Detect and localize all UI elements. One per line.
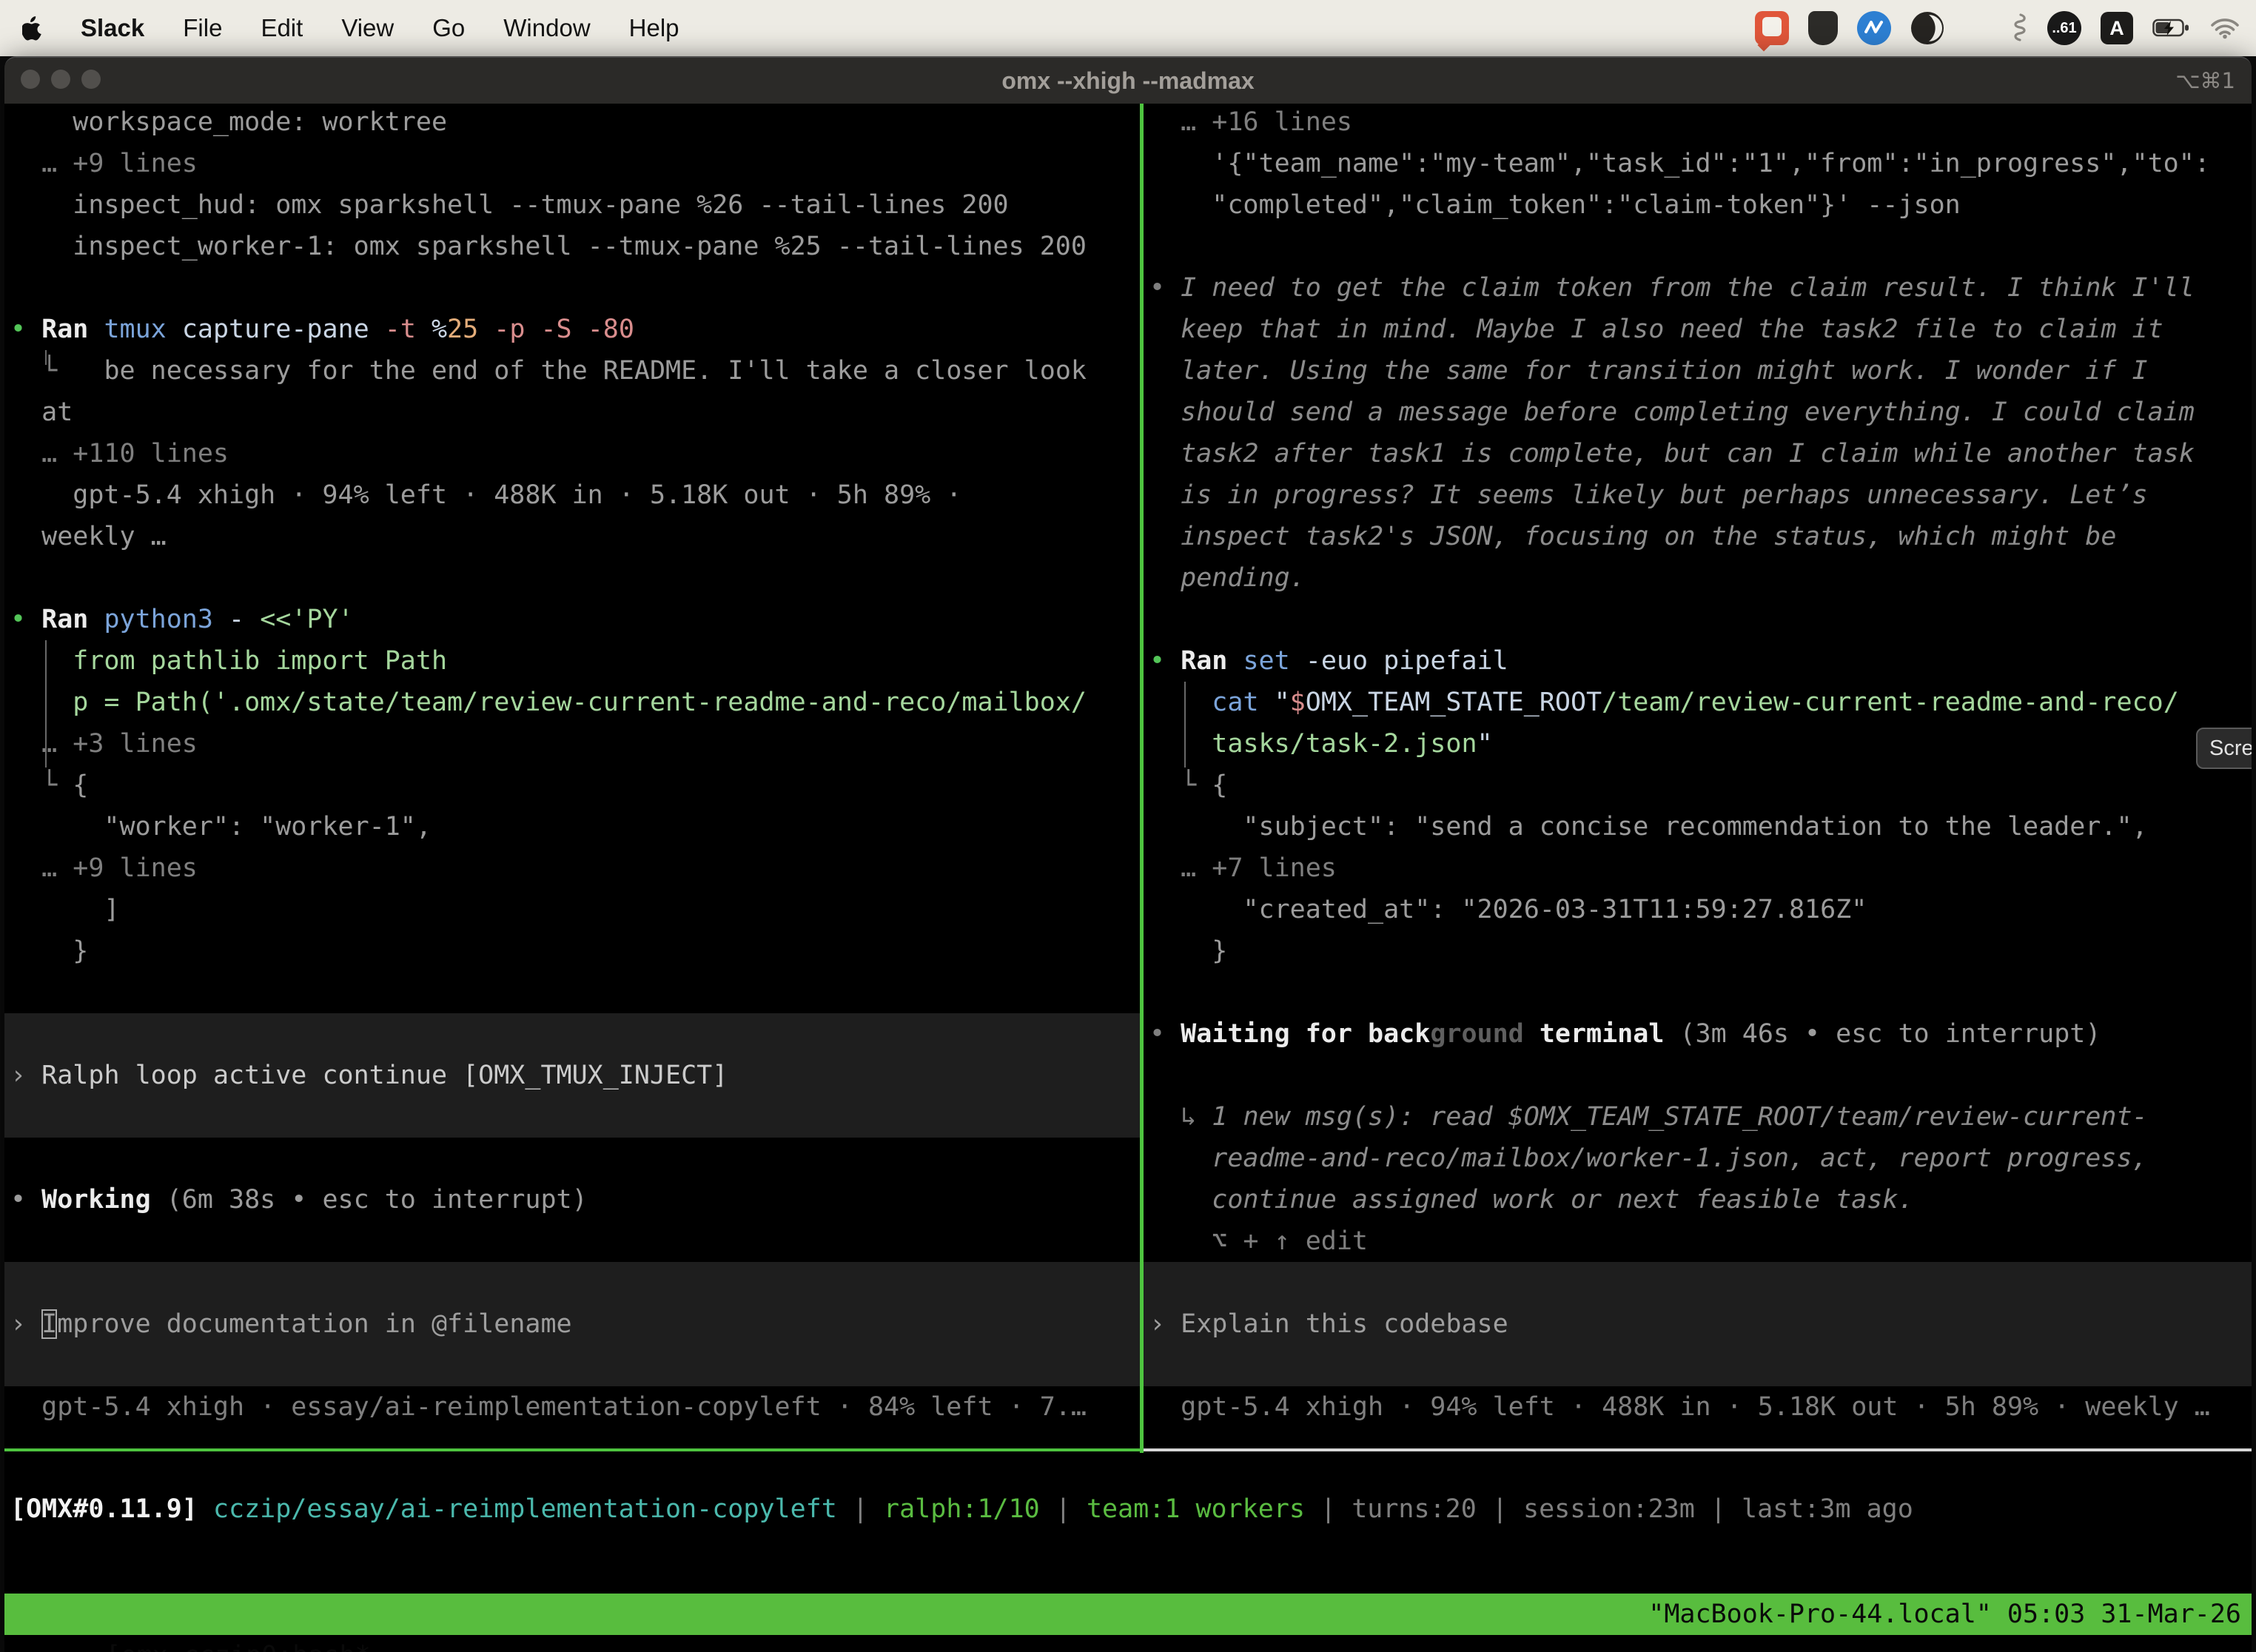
menu-item-window[interactable]: Window bbox=[503, 14, 590, 42]
tmux-pane-worker[interactable]: … +16 lines '{"team_name":"my-team","tas… bbox=[1144, 104, 2252, 1451]
menu-item-go[interactable]: Go bbox=[432, 14, 465, 42]
terminal-line: • Ran tmux capture-pane -t %25 -p -S -80 bbox=[10, 309, 1140, 350]
terminal-line: should send a message before completing … bbox=[1149, 392, 2252, 433]
terminal-line: gpt-5.4 xhigh · 94% left · 488K in · 5.1… bbox=[10, 474, 1140, 516]
terminal-line bbox=[1149, 599, 2252, 640]
terminal-line: "worker": "worker-1", bbox=[10, 806, 1140, 847]
queued-message-band: › Ralph loop active continue [OMX_TMUX_I… bbox=[4, 1013, 1140, 1138]
terminal-line: • I need to get the claim token from the… bbox=[1149, 267, 2252, 309]
terminal-line: } bbox=[10, 930, 1140, 972]
terminal-line: "subject": "send a concise recommendatio… bbox=[1149, 806, 2252, 847]
terminal-line: is in progress? It seems likely but perh… bbox=[1149, 474, 2252, 516]
screen-share-tooltip: Scre bbox=[2196, 728, 2252, 769]
terminal-content: workspace_mode: worktree … +9 lines insp… bbox=[4, 104, 2252, 1652]
terminal-line: inspect_hud: omx sparkshell --tmux-pane … bbox=[10, 184, 1140, 226]
terminal-line bbox=[1149, 226, 2252, 267]
terminal-line: • Ran set -euo pipefail bbox=[1149, 640, 2252, 682]
prompt-input-left[interactable]: › Improve documentation in @filename bbox=[4, 1262, 1140, 1386]
terminal-line: └ { bbox=[10, 765, 1140, 806]
menu-item-file[interactable]: File bbox=[183, 14, 222, 42]
terminal-line: p = Path('.omx/state/team/review-current… bbox=[10, 682, 1140, 723]
tmux-session-name[interactable]: [omx-cczip0:bash* bbox=[105, 1641, 370, 1652]
contrast-icon[interactable] bbox=[1910, 11, 1944, 45]
wifi-icon[interactable] bbox=[2210, 17, 2240, 39]
tmux-pane-hud[interactable]: workspace_mode: worktree … +9 lines insp… bbox=[4, 104, 1140, 1451]
terminal-line: ⌥ + ↑ edit bbox=[1149, 1220, 2252, 1262]
terminal-line: "created_at": "2026-03-31T11:59:27.816Z" bbox=[1149, 889, 2252, 930]
terminal-line: inspect task2's JSON, focusing on the st… bbox=[1149, 516, 2252, 557]
tree-connector bbox=[45, 640, 47, 768]
terminal-line: task2 after task1 is complete, but can I… bbox=[1149, 433, 2252, 474]
terminal-line: keep that in mind. Maybe I also need the… bbox=[1149, 309, 2252, 350]
terminal-line: cat "$OMX_TEAM_STATE_ROOT/team/review-cu… bbox=[1149, 682, 2252, 723]
terminal-line: … +9 lines bbox=[10, 847, 1140, 889]
terminal-line: continue assigned work or next feasible … bbox=[1149, 1179, 2252, 1220]
privacy-shield-icon[interactable] bbox=[1808, 11, 1838, 45]
tmux-status-bar: [omx-cczip0:bash* "MacBook-Pro-44.local"… bbox=[4, 1594, 2252, 1635]
menu-bar: Slack File Edit View Go Window Help ..61… bbox=[0, 0, 2256, 56]
prompt-placeholder: › Improve documentation in @filename bbox=[10, 1303, 572, 1345]
terminal-line: at bbox=[10, 392, 1140, 433]
terminal-line: inspect_worker-1: omx sparkshell --tmux-… bbox=[10, 226, 1140, 267]
app-grid-icon[interactable] bbox=[1964, 15, 1991, 42]
terminal-line: tasks/task-2.json" bbox=[1149, 723, 2252, 765]
session-status-right: gpt-5.4 xhigh · 94% left · 488K in · 5.1… bbox=[1149, 1386, 2210, 1428]
input-source-icon[interactable]: A bbox=[2101, 12, 2133, 44]
window-titlebar[interactable]: omx --xhigh --madmax ⌥⌘1 bbox=[4, 58, 2252, 104]
terminal-window: omx --xhigh --madmax ⌥⌘1 workspace_mode:… bbox=[4, 56, 2252, 1652]
tree-connector bbox=[1184, 682, 1186, 768]
session-status-left: gpt-5.4 xhigh · essay/ai-reimplementatio… bbox=[10, 1386, 1087, 1428]
screenshot-active-icon[interactable] bbox=[1755, 11, 1789, 45]
menu-bar-left: Slack File Edit View Go Window Help bbox=[0, 14, 679, 42]
terminal-line bbox=[1149, 972, 2252, 1013]
terminal-line: '{"team_name":"my-team","task_id":"1","f… bbox=[1149, 143, 2252, 184]
prompt-placeholder: › Explain this codebase bbox=[1149, 1303, 1508, 1345]
pane-output: workspace_mode: worktree … +9 lines insp… bbox=[10, 104, 1140, 972]
terminal-line: weekly … bbox=[10, 516, 1140, 557]
terminal-line: ↳ 1 new msg(s): read $OMX_TEAM_STATE_ROO… bbox=[1149, 1096, 2252, 1138]
battery-icon[interactable] bbox=[2152, 18, 2191, 38]
prompt-input-right[interactable]: › Explain this codebase bbox=[1144, 1262, 2252, 1386]
apple-menu-icon[interactable] bbox=[22, 16, 42, 41]
shortcuts-icon[interactable] bbox=[2010, 11, 2028, 45]
queued-message: › Ralph loop active continue [OMX_TMUX_I… bbox=[10, 1055, 728, 1096]
count-badge-icon[interactable]: ..61 bbox=[2047, 11, 2081, 45]
tmux-host-clock: "MacBook-Pro-44.local" 05:03 31-Mar-26 bbox=[1648, 1594, 2241, 1635]
menu-item-view[interactable]: View bbox=[341, 14, 394, 42]
menu-app-name[interactable]: Slack bbox=[81, 14, 144, 42]
tree-connector bbox=[45, 350, 47, 365]
terminal-line: later. Using the same for transition mig… bbox=[1149, 350, 2252, 392]
terminal-line: … +110 lines bbox=[10, 433, 1140, 474]
terminal-line: … +3 lines bbox=[10, 723, 1140, 765]
terminal-line: └ be necessary for the end of the README… bbox=[10, 350, 1140, 392]
terminal-line: … +7 lines bbox=[1149, 847, 2252, 889]
terminal-line: "completed","claim_token":"claim-token"}… bbox=[1149, 184, 2252, 226]
terminal-line bbox=[10, 267, 1140, 309]
pane-bottom-border bbox=[1144, 1448, 2252, 1451]
terminal-line: from pathlib import Path bbox=[10, 640, 1140, 682]
pane-bottom-border-active bbox=[4, 1448, 1144, 1451]
terminal-line: └ { bbox=[1149, 765, 2252, 806]
terminal-line: … +16 lines bbox=[1149, 104, 2252, 143]
terminal-line: • Ran python3 - <<'PY' bbox=[10, 599, 1140, 640]
terminal-line: ] bbox=[10, 889, 1140, 930]
terminal-line: pending. bbox=[1149, 557, 2252, 599]
terminal-line: … +9 lines bbox=[10, 143, 1140, 184]
working-status: • Working (6m 38s • esc to interrupt) bbox=[10, 1179, 588, 1220]
terminal-line: workspace_mode: worktree bbox=[10, 104, 1140, 143]
terminal-line bbox=[1149, 1055, 2252, 1096]
terminal-line: • Waiting for background terminal (3m 46… bbox=[1149, 1013, 2252, 1055]
menu-bar-status-icons: ..61 A bbox=[1755, 11, 2256, 45]
window-title: omx --xhigh --madmax bbox=[4, 58, 2252, 104]
menu-item-help[interactable]: Help bbox=[629, 14, 679, 42]
terminal-line: readme-and-reco/mailbox/worker-1.json, a… bbox=[1149, 1138, 2252, 1179]
pane-output: … +16 lines '{"team_name":"my-team","tas… bbox=[1149, 104, 2252, 1262]
omx-status-line: [OMX#0.11.9] cczip/essay/ai-reimplementa… bbox=[10, 1488, 1913, 1530]
window-shortcut-badge: ⌥⌘1 bbox=[2175, 58, 2235, 104]
terminal-line: } bbox=[1149, 930, 2252, 972]
terminal-line bbox=[10, 557, 1140, 599]
menu-item-edit[interactable]: Edit bbox=[261, 14, 303, 42]
messaging-badge-icon[interactable] bbox=[1857, 11, 1891, 45]
